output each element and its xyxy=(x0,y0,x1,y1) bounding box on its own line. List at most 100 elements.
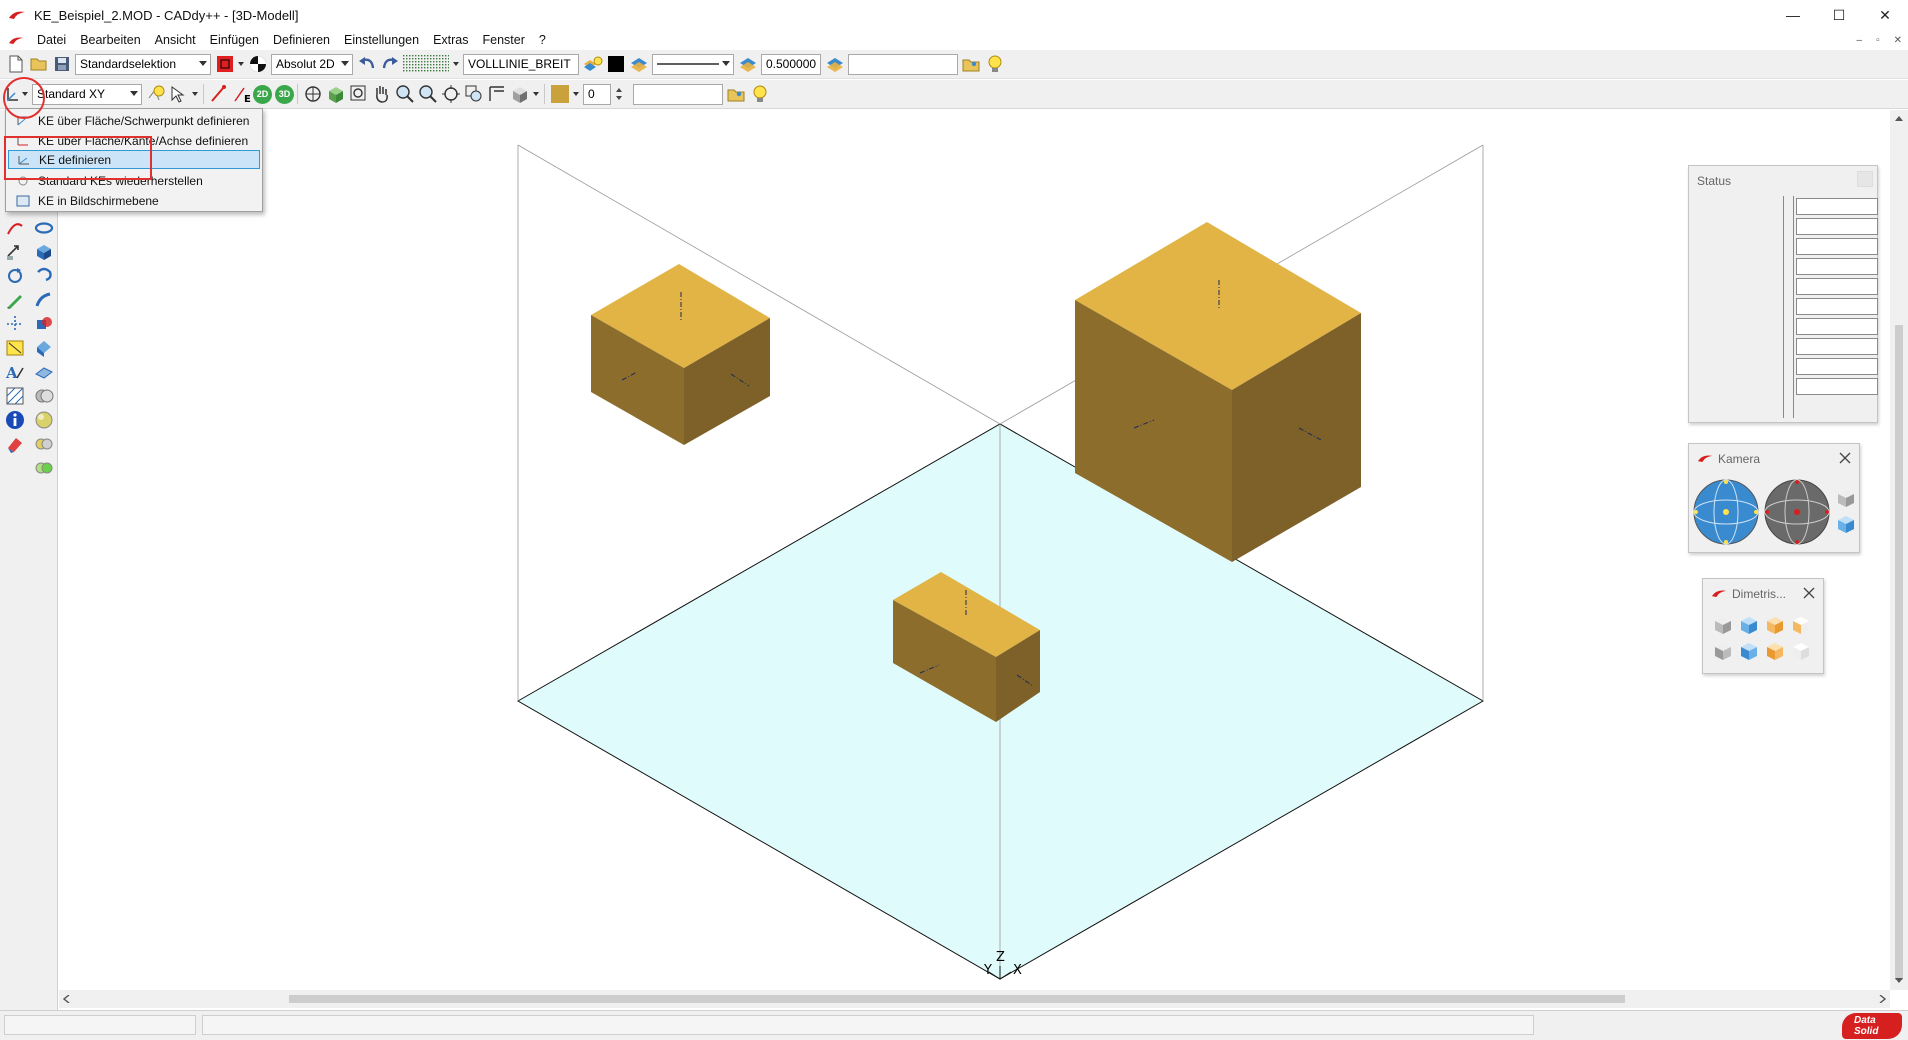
edge-e-icon[interactable]: E xyxy=(231,84,252,105)
scroll-up-icon[interactable] xyxy=(1895,116,1903,121)
coord-mode-select[interactable]: Absolut 2D xyxy=(271,53,353,75)
camera-panel-close-icon[interactable] xyxy=(1839,452,1851,464)
section-view-icon[interactable] xyxy=(486,84,507,105)
folder-people-icon[interactable] xyxy=(726,84,747,105)
vertical-scrollbar[interactable] xyxy=(1890,110,1908,990)
toolbar2-extra-field[interactable] xyxy=(633,83,723,105)
lightbulb-icon[interactable] xyxy=(749,84,770,105)
text-tool-icon[interactable]: A xyxy=(5,362,25,382)
line-style-field[interactable]: VOLLLINIE_BREIT xyxy=(463,53,579,75)
menu-ke-surface-centroid[interactable]: KE über Fläche/Schwerpunkt definieren xyxy=(8,111,260,130)
sphere-yellow-icon[interactable] xyxy=(34,410,54,430)
dimetric-view-white-icon[interactable] xyxy=(1791,615,1811,635)
hatch-tool-icon[interactable] xyxy=(5,386,25,406)
sweep-tool-icon[interactable] xyxy=(34,290,54,310)
grid-pattern-icon[interactable] xyxy=(402,54,450,75)
model-canvas[interactable]: Y Z X xyxy=(59,110,1890,990)
grid-dropdown-icon[interactable] xyxy=(453,62,459,66)
pencil-tool-icon[interactable] xyxy=(5,290,25,310)
view-3d-button[interactable]: 3D xyxy=(275,84,294,104)
color-red-icon[interactable] xyxy=(214,54,235,75)
zoom-in-icon[interactable] xyxy=(394,84,415,105)
cursor-tool-icon[interactable] xyxy=(168,84,189,105)
shading-cube-icon[interactable] xyxy=(509,84,530,105)
menu-definieren[interactable]: Definieren xyxy=(266,30,337,50)
dimetric-view-gray2-icon[interactable] xyxy=(1713,641,1733,661)
dimetric-panel-close-icon[interactable] xyxy=(1803,587,1815,599)
arc-tool-icon[interactable] xyxy=(5,218,25,238)
slab-tool-icon[interactable] xyxy=(34,362,54,382)
eraser-tool-icon[interactable] xyxy=(5,434,25,454)
spheres-pair-icon[interactable] xyxy=(34,434,54,454)
menu-fenster[interactable]: Fenster xyxy=(476,30,532,50)
camera-cube-blue-icon[interactable] xyxy=(1836,514,1856,534)
cube-small[interactable] xyxy=(591,264,770,445)
view-select[interactable]: Standard XY xyxy=(32,83,142,105)
layer-spinner[interactable] xyxy=(614,84,624,105)
zoom-all-icon[interactable] xyxy=(440,84,461,105)
dimetric-view-white2-icon[interactable] xyxy=(1791,641,1811,661)
menu-datei[interactable]: Datei xyxy=(30,30,73,50)
sphere-gray-icon[interactable] xyxy=(34,386,54,406)
save-icon[interactable] xyxy=(51,54,72,75)
line-type-select[interactable] xyxy=(652,53,734,75)
dimetric-view-orange-icon[interactable] xyxy=(1765,615,1785,635)
orbit-icon[interactable] xyxy=(302,84,323,105)
shading-dropdown-icon[interactable] xyxy=(533,92,539,96)
menu-extras[interactable]: Extras xyxy=(426,30,475,50)
menu-ke-screen-plane[interactable]: KE in Bildschirmebene xyxy=(8,191,260,210)
camera-target-globe-icon[interactable] xyxy=(1763,478,1831,546)
material-color-swatch[interactable] xyxy=(549,84,570,105)
view-2d-button[interactable]: 2D xyxy=(253,84,272,104)
zoom-out-icon[interactable] xyxy=(417,84,438,105)
redo-icon[interactable] xyxy=(379,54,400,75)
layer-bulb-icon[interactable] xyxy=(582,54,603,75)
menu-help[interactable]: ? xyxy=(532,30,553,50)
zoom-previous-icon[interactable] xyxy=(463,84,484,105)
measure-tool-icon[interactable] xyxy=(5,338,25,358)
mdi-restore-button[interactable]: ▫ xyxy=(1876,35,1880,46)
color-dropdown-icon[interactable] xyxy=(238,62,244,66)
minimize-button[interactable]: — xyxy=(1770,0,1816,30)
lightbulb-icon[interactable] xyxy=(984,54,1005,75)
line-width-field[interactable]: 0.500000 xyxy=(761,53,821,75)
layer-value-field[interactable]: 0 xyxy=(583,83,611,105)
material-dropdown-icon[interactable] xyxy=(573,92,579,96)
camera-cube-gray-icon[interactable] xyxy=(1836,488,1856,508)
view-cube-icon[interactable] xyxy=(325,84,346,105)
menu-ansicht[interactable]: Ansicht xyxy=(148,30,203,50)
dimetric-view-gray-icon[interactable] xyxy=(1713,615,1733,635)
revolve-tool-icon[interactable] xyxy=(34,266,54,286)
menu-bearbeiten[interactable]: Bearbeiten xyxy=(73,30,147,50)
cursor-dropdown-icon[interactable] xyxy=(192,92,198,96)
color-black-swatch[interactable] xyxy=(605,54,626,75)
vertical-scroll-thumb[interactable] xyxy=(1895,325,1903,980)
line-width-layer-icon[interactable] xyxy=(737,54,758,75)
view-bulb-icon[interactable] xyxy=(145,84,166,105)
scroll-right-icon[interactable] xyxy=(1878,995,1886,1003)
scroll-down-icon[interactable] xyxy=(1895,978,1903,983)
zoom-window-icon[interactable] xyxy=(348,84,369,105)
info-icon[interactable] xyxy=(5,410,25,430)
edge-pen-icon[interactable] xyxy=(208,84,229,105)
undo-icon[interactable] xyxy=(356,54,377,75)
pan-hand-icon[interactable] xyxy=(371,84,392,105)
menu-einstellungen[interactable]: Einstellungen xyxy=(337,30,426,50)
dimetric-view-orange2-icon[interactable] xyxy=(1765,641,1785,661)
horizontal-scrollbar[interactable] xyxy=(59,990,1890,1008)
mdi-close-button[interactable]: ✕ xyxy=(1894,35,1902,46)
folder-people-icon[interactable] xyxy=(961,54,982,75)
fillet-tool-icon[interactable] xyxy=(34,338,54,358)
new-file-icon[interactable] xyxy=(5,54,26,75)
menu-einfuegen[interactable]: Einfügen xyxy=(203,30,266,50)
width-layer-icon[interactable] xyxy=(824,54,845,75)
dimetric-view-blue2-icon[interactable] xyxy=(1739,641,1759,661)
close-button[interactable]: ✕ xyxy=(1862,0,1908,30)
ellipse-tool-icon[interactable] xyxy=(34,218,54,238)
3d-viewport[interactable]: Y Z X xyxy=(59,110,1890,990)
camera-orbit-globe-icon[interactable] xyxy=(1692,478,1760,546)
move-tool-icon[interactable] xyxy=(5,242,25,262)
extrude-tool-icon[interactable] xyxy=(34,242,54,262)
toolbar1-extra-field[interactable] xyxy=(848,53,958,75)
snap-target-icon[interactable] xyxy=(247,54,268,75)
